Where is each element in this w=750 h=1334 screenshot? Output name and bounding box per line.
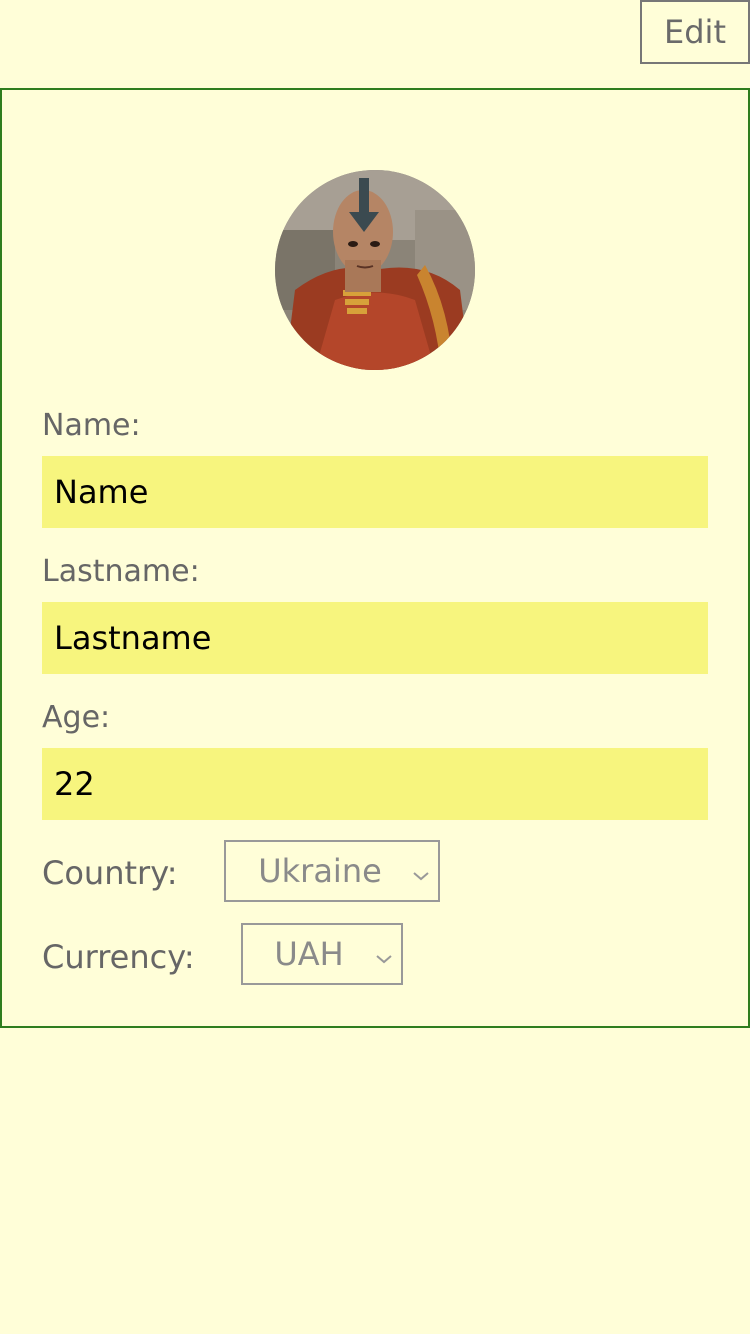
name-label: Name:: [42, 408, 141, 443]
avatar-image: [275, 170, 475, 370]
lastname-field[interactable]: Lastname: [42, 602, 708, 674]
lastname-label: Lastname:: [42, 554, 200, 589]
chevron-down-icon: [412, 852, 430, 890]
top-bar: Edit: [0, 0, 750, 88]
currency-label: Currency:: [42, 938, 195, 976]
age-label: Age:: [42, 700, 111, 735]
profile-card: Name: Name Lastname: Lastname Age: 22 Co…: [0, 88, 750, 1028]
age-field[interactable]: 22: [42, 748, 708, 820]
country-selected-value: Ukraine: [258, 852, 382, 890]
avatar: [275, 170, 475, 370]
currency-selected-value: UAH: [274, 935, 344, 973]
country-select[interactable]: Ukraine: [224, 840, 440, 902]
name-field[interactable]: Name: [42, 456, 708, 528]
chevron-down-icon: [375, 935, 393, 973]
edit-button[interactable]: Edit: [640, 0, 750, 64]
country-label: Country:: [42, 854, 178, 892]
currency-select[interactable]: UAH: [241, 923, 403, 985]
